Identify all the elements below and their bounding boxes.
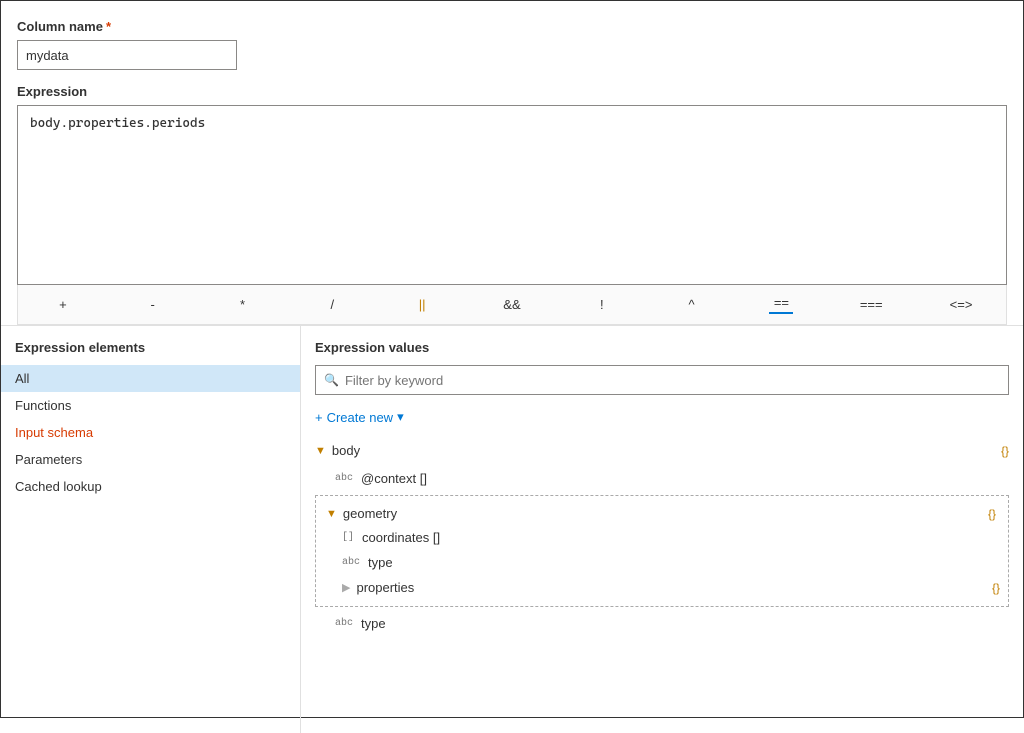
geometry-box: ▼ geometry {} [] coordinates [] abc type…	[315, 495, 1009, 607]
type-geo-name: type	[368, 555, 393, 570]
operators-bar: + - * / || && ! ^ == === <=>	[17, 285, 1007, 325]
properties-chevron-icon: ▶	[342, 581, 350, 594]
bottom-section: Expression elements All Functions Input …	[1, 325, 1023, 733]
op-plus-button[interactable]: +	[18, 293, 108, 316]
properties-type-icon: {}	[992, 581, 1000, 595]
op-strict-eq-button[interactable]: ===	[826, 293, 916, 316]
right-panel: Expression values 🔍 + Create new ▾ ▼ bod…	[301, 326, 1023, 733]
op-eq-button[interactable]: ==	[737, 291, 827, 318]
op-multiply-button[interactable]: *	[198, 293, 288, 316]
op-or-button[interactable]: ||	[377, 293, 467, 316]
left-panel: Expression elements All Functions Input …	[1, 326, 301, 733]
body-chevron-icon: ▼	[315, 445, 326, 457]
op-and-button[interactable]: &&	[467, 293, 557, 316]
context-type-badge: abc	[335, 473, 353, 484]
coordinates-type-badge: []	[342, 532, 354, 543]
properties-name: properties	[356, 580, 992, 595]
expression-label: Expression	[17, 84, 1007, 99]
nav-item-input-schema[interactable]: Input schema	[1, 419, 300, 446]
expression-values-title: Expression values	[301, 340, 1023, 365]
tree-item-context[interactable]: abc @context []	[315, 466, 1009, 491]
create-new-plus-icon: +	[315, 410, 323, 425]
tree-item-properties[interactable]: ▶ properties {}	[326, 575, 1008, 600]
column-name-label: Column name*	[17, 19, 1007, 34]
tree-section: ▼ body {} abc @context [] ▼ geometry {} …	[301, 435, 1023, 636]
filter-search-container[interactable]: 🔍	[315, 365, 1009, 395]
op-caret-button[interactable]: ^	[647, 293, 737, 316]
search-icon: 🔍	[324, 373, 339, 387]
nav-item-functions[interactable]: Functions	[1, 392, 300, 419]
column-name-input[interactable]	[17, 40, 237, 70]
type-bottom-name: type	[361, 616, 386, 631]
type-geo-type-badge: abc	[342, 557, 360, 568]
nav-item-cached-lookup[interactable]: Cached lookup	[1, 473, 300, 500]
body-name: body	[332, 443, 1001, 458]
nav-item-all[interactable]: All	[1, 365, 300, 392]
op-not-button[interactable]: !	[557, 293, 647, 316]
expression-text: body.properties.periods	[30, 116, 994, 131]
tree-item-type-bottom[interactable]: abc type	[315, 611, 1009, 636]
coordinates-name: coordinates []	[362, 530, 440, 545]
tree-item-type-geo[interactable]: abc type	[326, 550, 1008, 575]
create-new-button[interactable]: + Create new ▾	[301, 405, 418, 435]
expression-editor[interactable]: body.properties.periods	[17, 105, 1007, 285]
create-new-label: Create new	[327, 410, 393, 425]
body-type-icon: {}	[1001, 444, 1009, 458]
tree-item-geometry[interactable]: ▼ geometry {}	[326, 502, 1008, 525]
tree-item-body[interactable]: ▼ body {}	[315, 435, 1009, 466]
expression-elements-title: Expression elements	[1, 340, 300, 365]
filter-input[interactable]	[345, 373, 1000, 388]
required-star: *	[106, 19, 111, 34]
nav-item-parameters[interactable]: Parameters	[1, 446, 300, 473]
type-bottom-badge: abc	[335, 618, 353, 629]
geometry-type-icon: {}	[988, 507, 996, 521]
op-divide-button[interactable]: /	[287, 293, 377, 316]
op-compare-button[interactable]: <=>	[916, 293, 1006, 316]
context-name: @context []	[361, 471, 427, 486]
create-new-chevron-icon: ▾	[397, 409, 404, 425]
tree-item-coordinates[interactable]: [] coordinates []	[326, 525, 1008, 550]
geometry-name: geometry	[343, 506, 988, 521]
op-minus-button[interactable]: -	[108, 293, 198, 316]
geometry-chevron-icon: ▼	[326, 508, 337, 520]
